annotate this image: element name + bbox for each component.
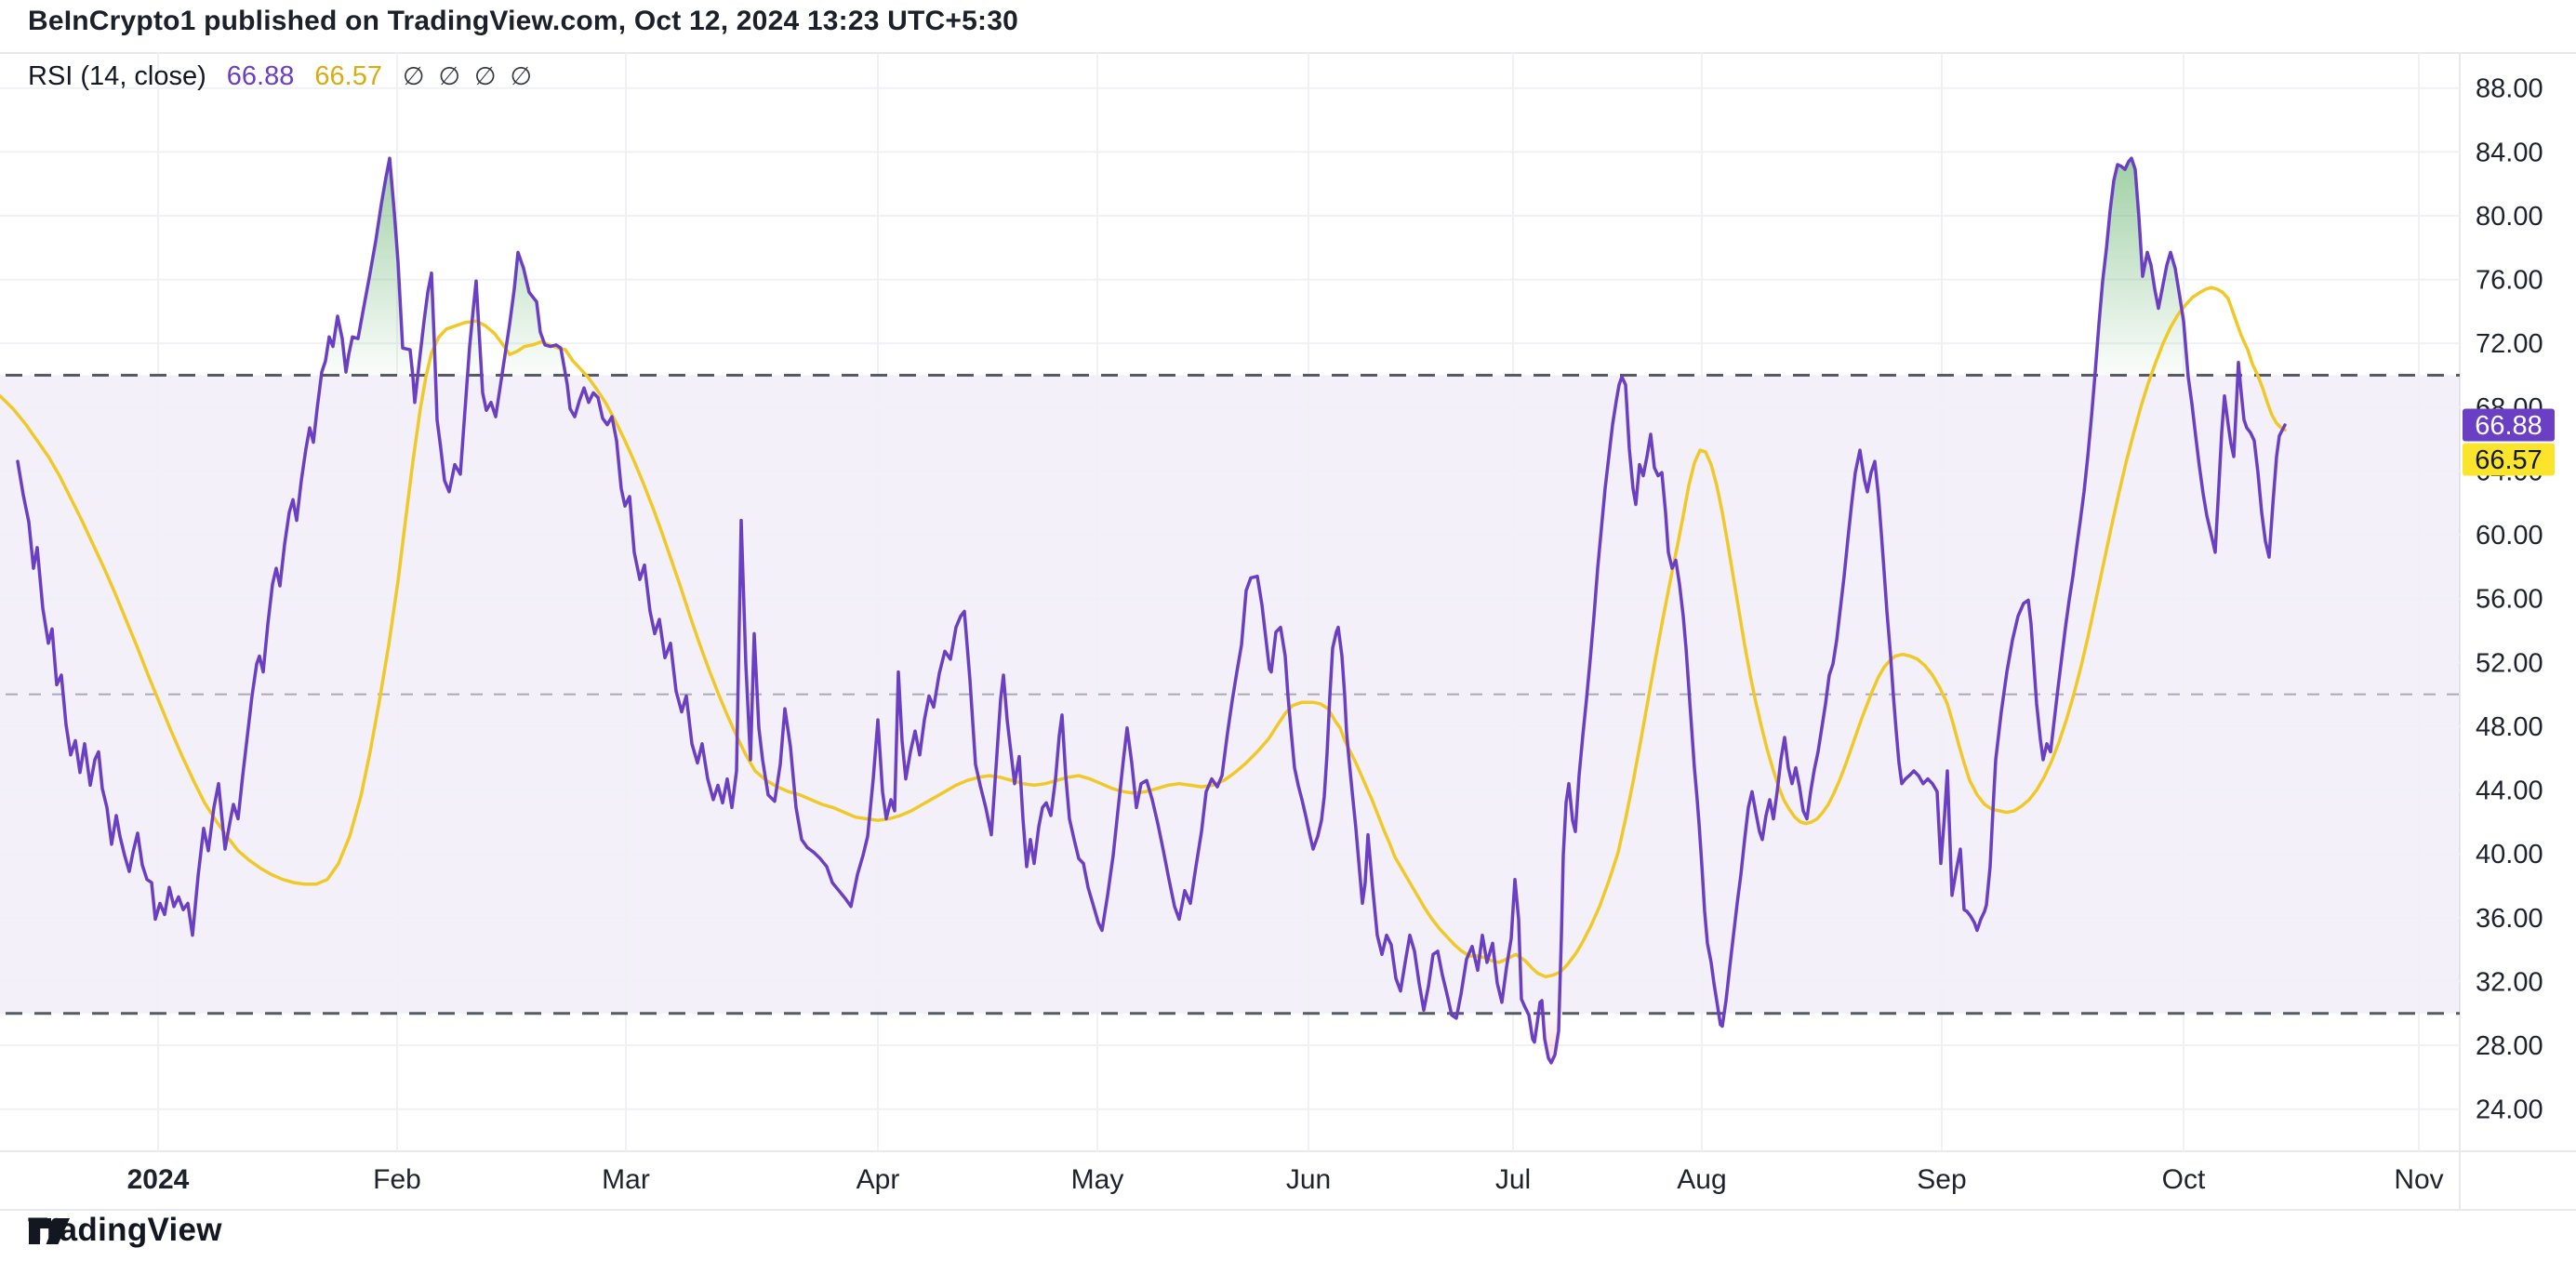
y-axis-label: 32.00	[2476, 967, 2543, 997]
x-axis-label-Mar: Mar	[602, 1164, 650, 1195]
y-axis-label: 36.00	[2476, 904, 2543, 934]
y-axis-label: 48.00	[2476, 712, 2543, 742]
legend-empty-slot: ∅	[438, 62, 460, 91]
legend-empty-value-slots: ∅ ∅ ∅ ∅	[403, 62, 532, 91]
svg-text:66.57: 66.57	[2475, 445, 2543, 475]
x-axis-label-Apr: Apr	[856, 1164, 900, 1195]
ma-current-value: 66.57	[314, 61, 382, 92]
tradingview-logo-icon	[28, 1212, 71, 1251]
x-axis-label-2024: 2024	[127, 1164, 190, 1195]
legend-empty-slot: ∅	[474, 62, 497, 91]
y-axis-label: 56.00	[2476, 585, 2543, 615]
x-axis-label-Nov: Nov	[2394, 1164, 2443, 1195]
y-axis-label: 44.00	[2476, 777, 2543, 806]
x-axis-label-May: May	[1071, 1164, 1124, 1195]
y-axis-label: 24.00	[2476, 1095, 2543, 1125]
x-axis-label-Sep: Sep	[1917, 1164, 1966, 1195]
y-axis-label: 76.00	[2476, 266, 2543, 296]
y-axis-label: 84.00	[2476, 138, 2543, 167]
rsi-chart-plot[interactable]: 88.0084.0080.0076.0072.0068.0064.0060.00…	[0, 0, 2576, 1261]
x-axis-label-Jul: Jul	[1495, 1164, 1531, 1195]
price-axis[interactable]: 88.0084.0080.0076.0072.0068.0064.0060.00…	[2476, 74, 2543, 1125]
legend-empty-slot: ∅	[403, 62, 425, 91]
x-axis-label-Feb: Feb	[373, 1164, 421, 1195]
y-axis-label: 60.00	[2476, 521, 2543, 551]
y-axis-label: 72.00	[2476, 329, 2543, 359]
tradingview-published-chart: BeInCrypto1 published on TradingView.com…	[0, 0, 2576, 1261]
tradingview-attribution[interactable]: TradingView	[28, 1212, 222, 1249]
y-axis-label: 52.00	[2476, 648, 2543, 678]
indicator-name-label: RSI (14, close)	[28, 61, 206, 92]
last-value-badge-rsi-based-ma: 66.57	[2463, 444, 2555, 476]
y-axis-label: 88.00	[2476, 74, 2543, 104]
x-axis-label-Jun: Jun	[1286, 1164, 1331, 1195]
x-axis-label-Oct: Oct	[2162, 1164, 2206, 1195]
y-axis-label: 28.00	[2476, 1031, 2543, 1061]
y-axis-label: 80.00	[2476, 202, 2543, 232]
rsi-current-value: 66.88	[227, 61, 295, 92]
time-axis[interactable]: 2024 Feb Mar Apr May Jun Jul Aug Sep Oct Nov	[127, 1164, 2444, 1195]
last-value-badge-rsi: 66.88	[2463, 409, 2555, 442]
x-axis-label-Aug: Aug	[1677, 1164, 1726, 1195]
svg-text:66.88: 66.88	[2475, 411, 2543, 441]
legend-empty-slot: ∅	[511, 62, 533, 91]
indicator-legend-row[interactable]: RSI (14, close) 66.88 66.57 ∅ ∅ ∅ ∅	[28, 61, 532, 92]
y-axis-label: 40.00	[2476, 840, 2543, 869]
